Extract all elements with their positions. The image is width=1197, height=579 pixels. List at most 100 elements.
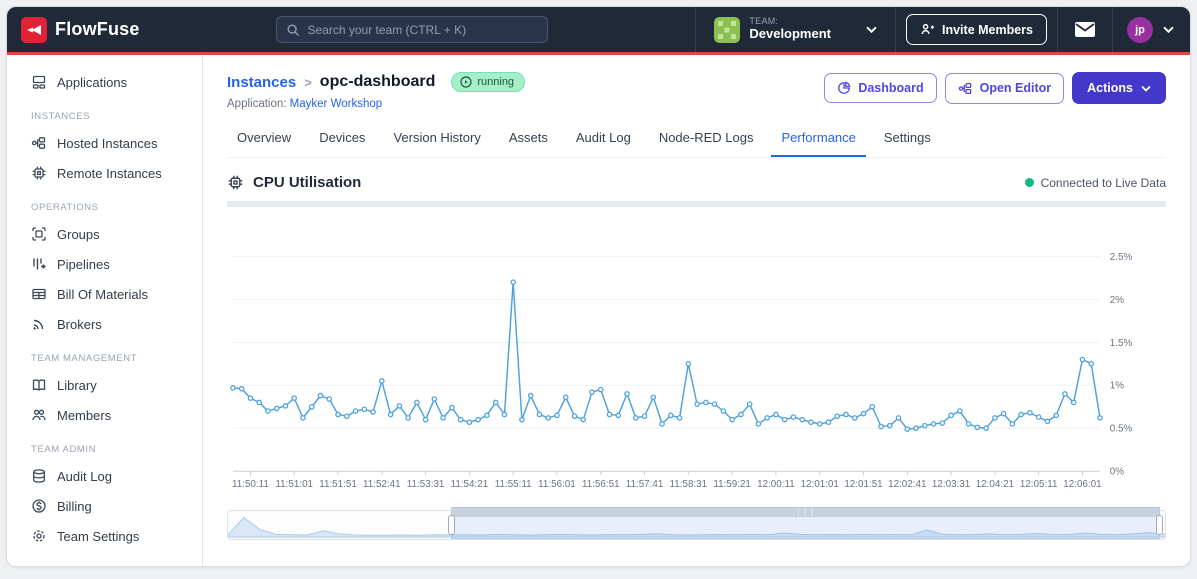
svg-text:11:51:01: 11:51:01 xyxy=(275,479,313,490)
brush-selection[interactable]: ❘❘❘ xyxy=(448,506,1164,539)
svg-text:2.5%: 2.5% xyxy=(1110,252,1133,263)
sidebar-item-groups[interactable]: Groups xyxy=(7,219,202,249)
flowfuse-logo[interactable]: FlowFuse xyxy=(21,16,140,43)
tab-assets[interactable]: Assets xyxy=(499,124,558,157)
head-actions: Dashboard Open Editor Actions xyxy=(824,72,1166,104)
sidebar-item-remote-instances[interactable]: Remote Instances xyxy=(7,158,202,188)
svg-text:12:03:31: 12:03:31 xyxy=(932,479,970,490)
svg-text:11:56:51: 11:56:51 xyxy=(582,479,620,490)
sidebar-section-instances: INSTANCES xyxy=(31,111,91,122)
sidebar-item-label: Bill Of Materials xyxy=(57,286,149,302)
svg-text:1.5%: 1.5% xyxy=(1110,338,1133,349)
open-editor-button[interactable]: Open Editor xyxy=(944,72,1065,104)
cpu-chart-container: 0% 0.5% 1% 1.5% 2% 2.5% 11:50:11 11:51:01 11:51:… xyxy=(227,217,1166,496)
sidebar-item-members[interactable]: Members xyxy=(7,400,202,430)
tab-settings[interactable]: Settings xyxy=(874,124,941,157)
sidebar-item-brokers[interactable]: Brokers xyxy=(7,309,202,339)
applications-icon xyxy=(31,74,47,90)
node-editor-icon xyxy=(958,81,973,96)
navbar-right: TEAM: Development Invite Members jp xyxy=(685,7,1178,52)
sidebar-item-label: Library xyxy=(57,377,97,393)
pipelines-icon xyxy=(31,256,47,272)
team-search[interactable] xyxy=(276,16,549,43)
svg-text:12:02:41: 12:02:41 xyxy=(888,479,926,490)
search-input[interactable] xyxy=(307,22,539,37)
dashboard-button[interactable]: Dashboard xyxy=(824,73,937,103)
brush-drag-bar[interactable]: ❘❘❘ xyxy=(452,507,1160,517)
sidebar-item-label: Members xyxy=(57,407,112,423)
envelope-icon xyxy=(1074,21,1096,38)
actions-button[interactable]: Actions xyxy=(1072,72,1166,104)
tab-overview[interactable]: Overview xyxy=(227,124,301,157)
sidebar-item-team-settings[interactable]: Team Settings xyxy=(7,521,202,551)
navbar-divider-2 xyxy=(895,7,896,52)
live-status-label: Connected to Live Data xyxy=(1040,175,1166,190)
logo-text: FlowFuse xyxy=(55,19,140,39)
instance-tabs: Overview Devices Version History Assets … xyxy=(227,124,1166,158)
svg-text:12:01:01: 12:01:01 xyxy=(801,479,839,490)
audit-log-icon xyxy=(31,468,47,484)
sidebar-item-label: Remote Instances xyxy=(57,165,162,181)
brush-grip-icon: ❘❘❘ xyxy=(795,508,816,516)
time-range-brush[interactable]: ❘❘❘ xyxy=(227,506,1166,540)
svg-text:0%: 0% xyxy=(1110,467,1124,478)
svg-text:11:51:51: 11:51:51 xyxy=(319,479,357,490)
live-data-status: Connected to Live Data xyxy=(1024,175,1166,190)
tab-devices[interactable]: Devices xyxy=(309,124,375,157)
sidebar-item-hosted-instances[interactable]: Hosted Instances xyxy=(7,128,202,158)
breadcrumb-instances-link[interactable]: Instances xyxy=(227,74,296,91)
user-menu[interactable]: jp xyxy=(1123,16,1178,43)
sidebar-item-bill-of-materials[interactable]: Bill Of Materials xyxy=(7,279,202,309)
svg-text:11:57:41: 11:57:41 xyxy=(626,479,664,490)
sidebar: Applications INSTANCES Hosted Instances … xyxy=(7,55,203,566)
svg-text:12:04:21: 12:04:21 xyxy=(976,479,1014,490)
navbar-divider-4 xyxy=(1112,7,1114,52)
page-title: opc-dashboard xyxy=(319,73,436,90)
svg-text:12:06:01: 12:06:01 xyxy=(1063,479,1101,490)
svg-text:11:52:41: 11:52:41 xyxy=(363,479,401,490)
live-status-dot-icon xyxy=(1024,178,1034,187)
sidebar-item-audit-log[interactable]: Audit Log xyxy=(7,461,202,491)
application-link[interactable]: Mayker Workshop xyxy=(290,98,382,110)
cpu-chart: 0% 0.5% 1% 1.5% 2% 2.5% 11:50:11 11:51:01 11:51:… xyxy=(230,252,1133,490)
svg-text:1%: 1% xyxy=(1110,381,1124,392)
open-editor-button-label: Open Editor xyxy=(979,81,1052,95)
tab-audit-log[interactable]: Audit Log xyxy=(566,124,641,157)
top-navbar: FlowFuse TEAM: Dev xyxy=(7,7,1190,52)
cpu-panel-title: CPU Utilisation xyxy=(253,174,362,191)
brush-handle-right[interactable] xyxy=(1156,514,1164,535)
sidebar-item-billing[interactable]: Billing xyxy=(7,491,202,521)
members-icon xyxy=(31,407,47,423)
sidebar-section-team-admin: TEAM ADMIN xyxy=(31,444,97,455)
play-circle-icon xyxy=(460,76,472,88)
sidebar-item-label: Hosted Instances xyxy=(57,135,158,151)
breadcrumb-separator: > xyxy=(304,74,312,90)
sidebar-item-library[interactable]: Library xyxy=(7,370,202,400)
search-icon xyxy=(286,23,300,37)
tab-performance[interactable]: Performance xyxy=(771,124,866,157)
actions-chevron-down-icon xyxy=(1141,85,1151,92)
actions-button-label: Actions xyxy=(1087,81,1133,95)
sidebar-item-pipelines[interactable]: Pipelines xyxy=(7,249,202,279)
flowfuse-logo-icon xyxy=(21,16,47,43)
invite-members-button[interactable]: Invite Members xyxy=(906,14,1048,45)
tab-version-history[interactable]: Version History xyxy=(383,124,490,157)
application-line: Application: Mayker Workshop xyxy=(227,98,525,110)
gear-icon xyxy=(31,528,47,544)
page-head: Instances > opc-dashboard running Applic… xyxy=(227,55,1166,110)
sidebar-item-label: Team Settings xyxy=(57,528,140,544)
cpu-panel-header: CPU Utilisation Connected to Live Data xyxy=(227,174,1166,191)
remote-instances-icon xyxy=(31,165,47,181)
brush-handle-left[interactable] xyxy=(448,514,455,535)
tab-node-red-logs[interactable]: Node-RED Logs xyxy=(649,124,764,157)
sidebar-section-team-management: TEAM MANAGEMENT xyxy=(31,353,138,364)
notifications-mail-button[interactable] xyxy=(1068,17,1102,42)
svg-text:11:53:31: 11:53:31 xyxy=(407,479,445,490)
sidebar-item-label: Pipelines xyxy=(57,256,110,272)
svg-text:0.5%: 0.5% xyxy=(1110,424,1133,435)
sidebar-item-applications[interactable]: Applications xyxy=(7,67,202,97)
team-selector[interactable]: TEAM: Development xyxy=(706,16,885,43)
svg-text:12:01:51: 12:01:51 xyxy=(844,479,882,490)
navbar-divider xyxy=(695,7,697,52)
svg-text:11:55:11: 11:55:11 xyxy=(495,479,532,490)
